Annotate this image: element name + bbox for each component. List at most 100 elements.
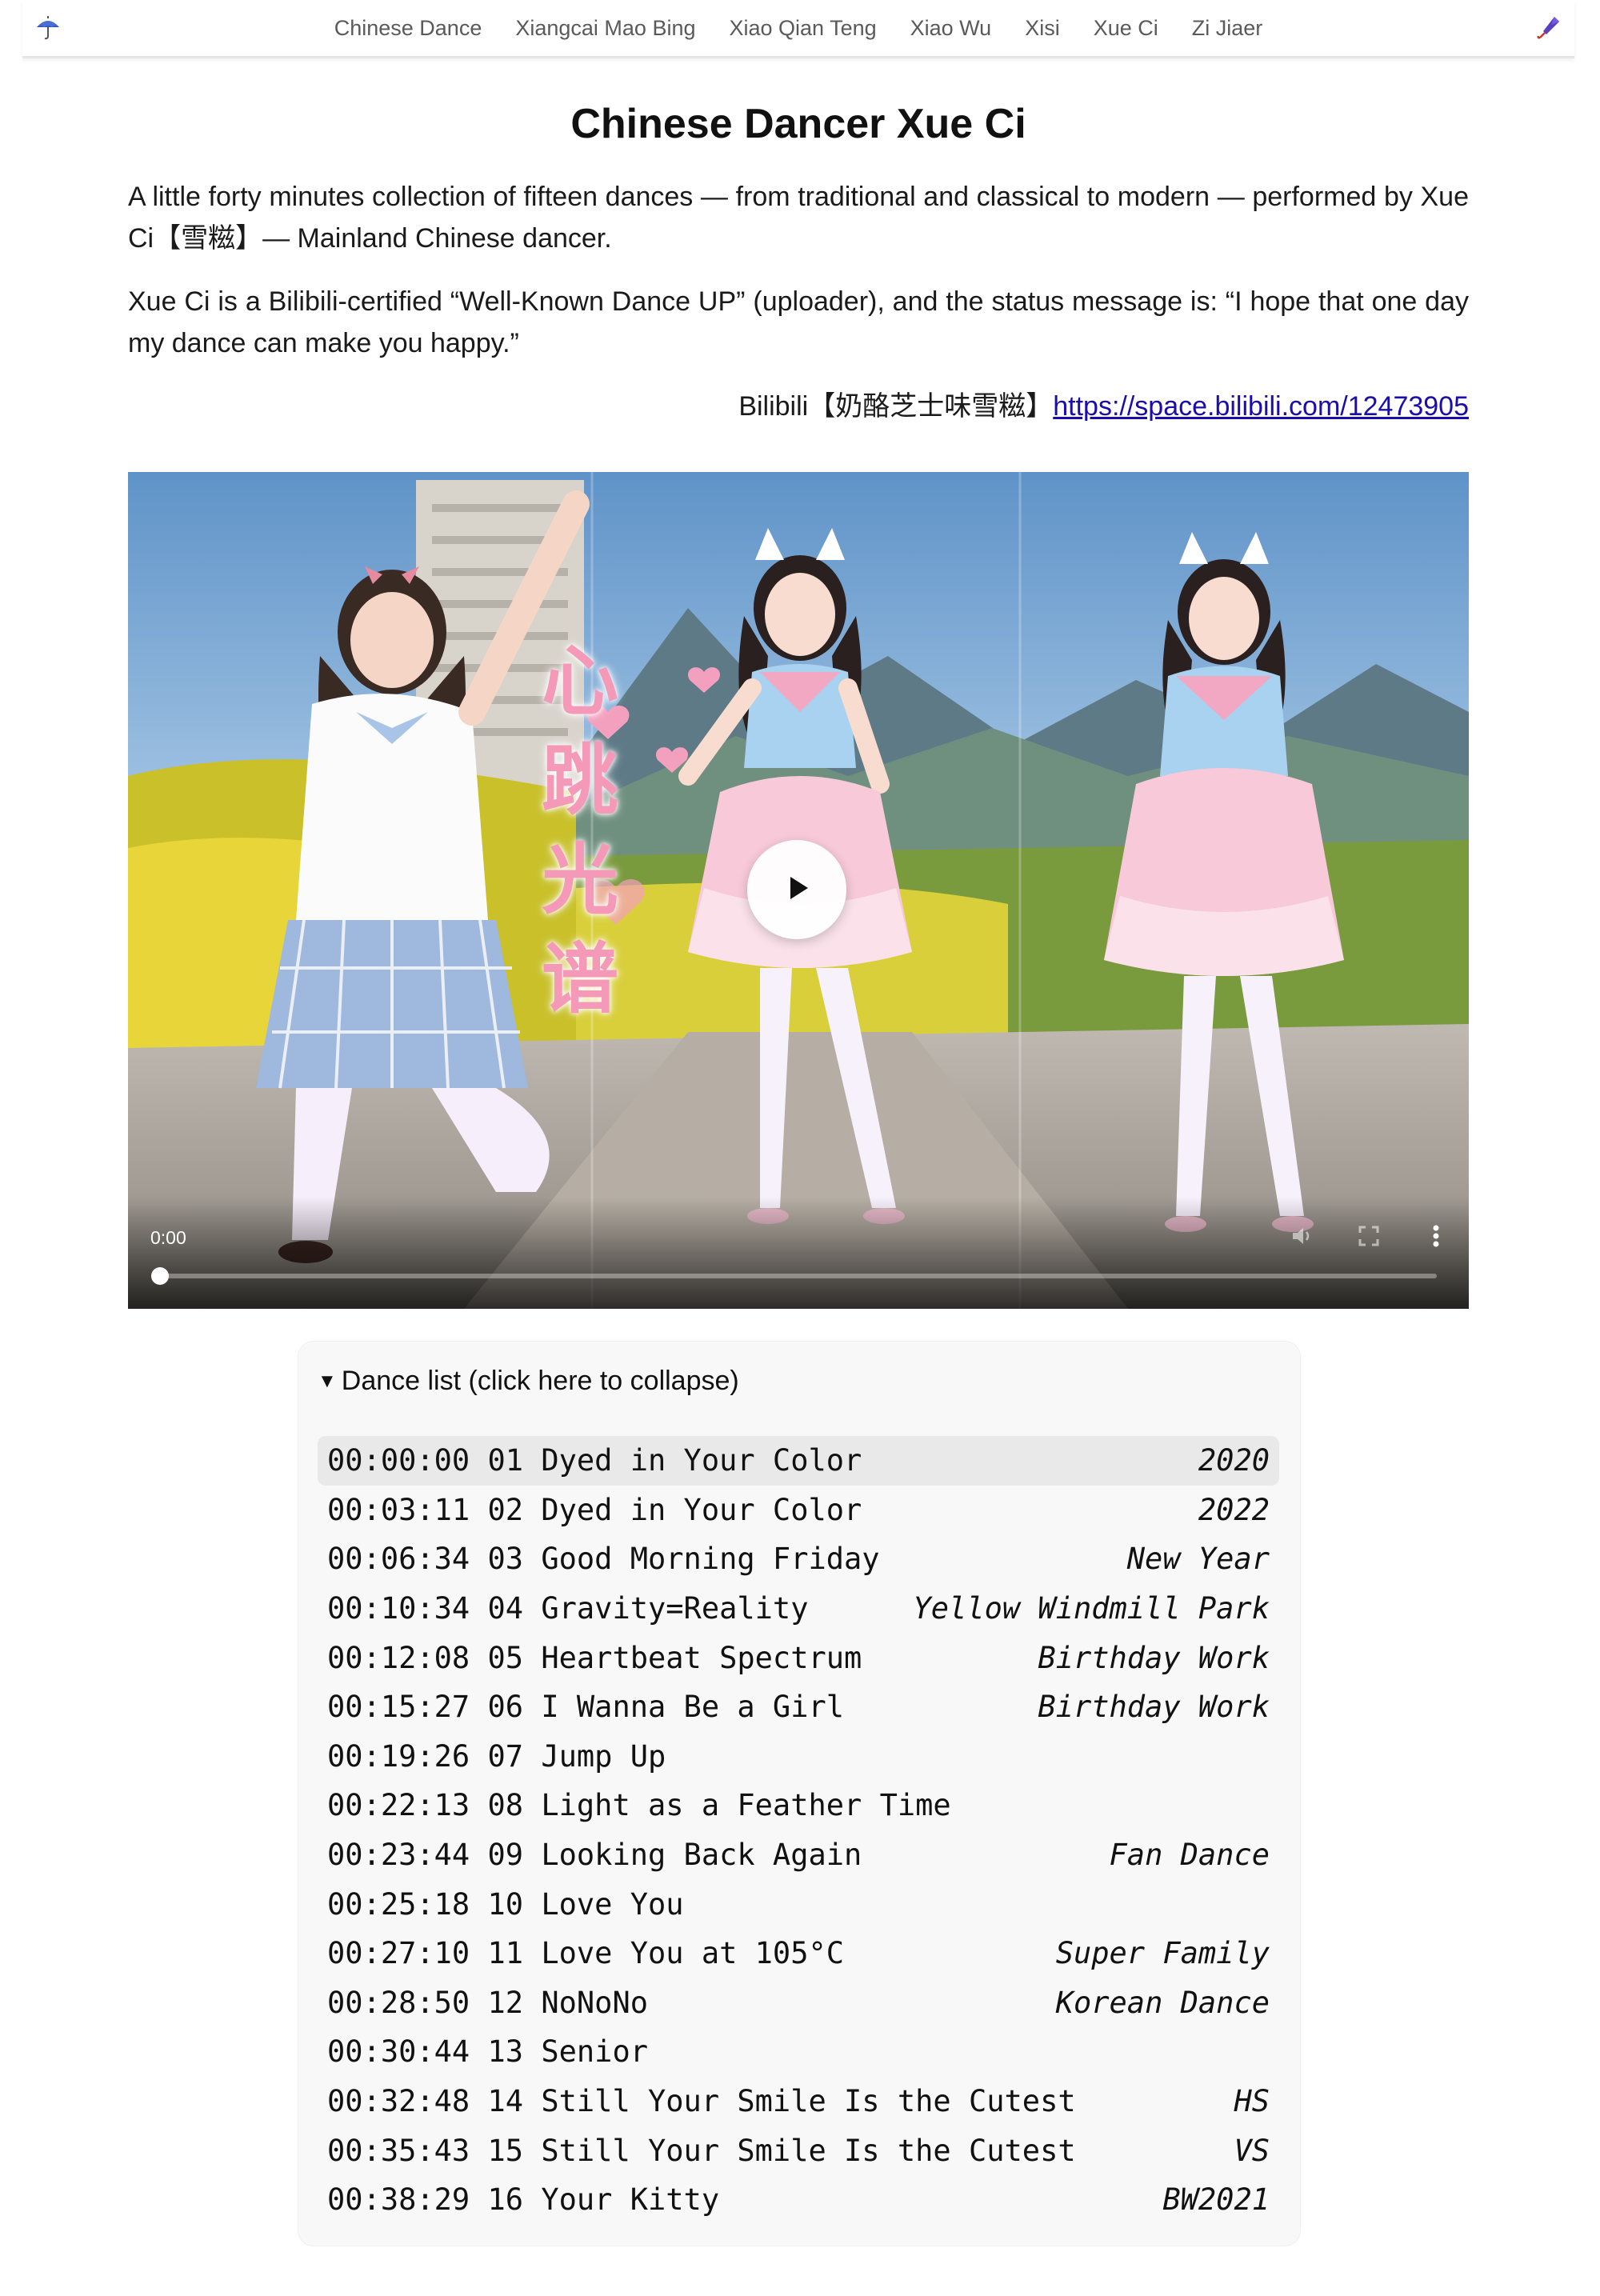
top-navigation: Chinese Dance Xiangcai Mao Bing Xiao Qia… (22, 0, 1574, 58)
dance-list-item[interactable]: 00:12:08 05 Heartbeat Spectrum Birthday W… (318, 1633, 1279, 1682)
dance-item-number: 08 (487, 1788, 524, 1823)
play-icon (781, 872, 813, 908)
dance-item-number: 11 (487, 1936, 524, 1971)
main-content: Chinese Dancer Xue Ci A little forty min… (128, 88, 1469, 427)
progress-knob[interactable] (151, 1267, 169, 1285)
dance-item-label: 00:32:48 14 Still Your Smile Is the Cute… (327, 2084, 1076, 2118)
dance-item-time: 00:22:13 (327, 1788, 470, 1823)
dance-item-time: 00:27:10 (327, 1936, 470, 1971)
dance-list-summary[interactable]: ▼ Dance list (click here to collapse) (318, 1366, 739, 1397)
play-button[interactable] (747, 840, 846, 939)
dance-item-label: 00:38:29 16 Your Kitty (327, 2182, 719, 2217)
dance-list-item[interactable]: 00:32:48 14 Still Your Smile Is the Cute… (318, 2077, 1279, 2126)
dance-item-number: 14 (487, 2084, 524, 2119)
dance-item-number: 01 (487, 1443, 524, 1478)
nav-link-xue-ci[interactable]: Xue Ci (1094, 16, 1158, 41)
dance-item-label: 00:19:26 07 Jump Up (327, 1739, 666, 1774)
dance-list-item[interactable]: 00:28:50 12 NoNoNo Korean Dance (318, 1978, 1279, 2028)
bilibili-label: Bilibili【奶酪芝士味雪糍】 (738, 391, 1054, 422)
nav-link-zi-jiaer[interactable]: Zi Jiaer (1192, 16, 1263, 41)
dance-item-title: Jump Up (541, 1738, 666, 1774)
dance-item-time: 00:38:29 (327, 2182, 470, 2218)
bilibili-line: Bilibili【奶酪芝士味雪糍】https://space.bilibili.… (128, 386, 1469, 427)
poster-title: 心跳光谱 (542, 636, 618, 1024)
dance-list-item[interactable]: 00:15:27 06 I Wanna Be a Girl Birthday Wo… (318, 1682, 1279, 1732)
nav-link-xisi[interactable]: Xisi (1025, 16, 1060, 41)
dance-item-title: Love You at 105°C (541, 1936, 845, 1971)
dance-list-item[interactable]: 00:19:26 07 Jump Up (318, 1732, 1279, 1782)
dance-item-label: 00:10:34 04 Gravity=Reality (327, 1591, 808, 1626)
nav-link-xiao-qian-teng[interactable]: Xiao Qian Teng (729, 16, 876, 41)
page-title: Chinese Dancer Xue Ci (570, 101, 1026, 147)
dance-item-title: NoNoNo (541, 1985, 648, 2020)
more-options-icon[interactable] (1424, 1224, 1448, 1248)
dance-list-item[interactable]: 00:00:00 01 Dyed in Your Color 2020 (318, 1436, 1279, 1486)
nav-links: Chinese Dance Xiangcai Mao Bing Xiao Qia… (334, 16, 1263, 41)
dance-item-label: 00:03:11 02 Dyed in Your Color (327, 1493, 862, 1527)
dance-item-label: 00:30:44 13 Senior (327, 2034, 648, 2069)
status-paragraph: Xue Ci is a Bilibili-certified “Well-Kno… (128, 286, 1469, 358)
dance-item-label: 00:28:50 12 NoNoNo (327, 1986, 648, 2020)
nav-link-xiao-wu[interactable]: Xiao Wu (910, 16, 992, 41)
dance-list-item[interactable]: 00:03:11 02 Dyed in Your Color 2022 (318, 1486, 1279, 1535)
dance-item-time: 00:06:34 (327, 1542, 470, 1577)
dance-item-time: 00:35:43 (327, 2133, 470, 2168)
dance-item-label: 00:25:18 10 Love You (327, 1887, 684, 1922)
dance-item-number: 05 (487, 1640, 524, 1675)
dance-item-number: 02 (487, 1492, 524, 1527)
umbrella-icon[interactable] (32, 11, 64, 43)
bilibili-link[interactable]: https://space.bilibili.com/12473905 (1053, 391, 1469, 422)
dance-list-item[interactable]: 00:22:13 08 Light as a Feather Time (318, 1781, 1279, 1830)
dance-item-tag: BW2021 (1162, 2182, 1270, 2218)
fullscreen-icon[interactable] (1357, 1224, 1381, 1248)
dance-item-number: 15 (487, 2133, 524, 2168)
dance-item-number: 16 (487, 2182, 524, 2218)
dance-item-time: 00:23:44 (327, 1838, 470, 1873)
dance-item-number: 09 (487, 1838, 524, 1873)
dance-list-summary-label: Dance list (click here to collapse) (341, 1366, 739, 1396)
dance-item-tag: Birthday Work (1038, 1690, 1270, 1725)
nav-link-xiangcai-mao-bing[interactable]: Xiangcai Mao Bing (515, 16, 695, 41)
closed-umbrella-icon[interactable] (1533, 11, 1565, 43)
progress-bar[interactable] (151, 1267, 1437, 1285)
dance-item-title: Dyed in Your Color (541, 1492, 862, 1527)
dance-item-title: Still Your Smile Is the Cutest (541, 2084, 1076, 2119)
dance-item-tag: HS (1234, 2084, 1270, 2119)
dance-item-title: Light as a Feather Time (541, 1788, 951, 1823)
dance-list-item[interactable]: 00:25:18 10 Love You (318, 1879, 1279, 1929)
dance-item-label: 00:27:10 11 Love You at 105°C (327, 1936, 844, 1970)
dance-list-item[interactable]: 00:38:29 16 Your Kitty BW2021 (318, 2175, 1279, 2225)
dance-list-item[interactable]: 00:06:34 03 Good Morning Friday New Year (318, 1534, 1279, 1584)
dance-item-tag: VS (1234, 2133, 1270, 2168)
dance-item-tag: 2022 (1198, 1492, 1270, 1527)
dance-item-title: Still Your Smile Is the Cutest (541, 2133, 1076, 2168)
dance-list-item[interactable]: 00:30:44 13 Senior (318, 2027, 1279, 2077)
dance-item-title: Gravity=Reality (541, 1591, 809, 1626)
dance-list: 00:00:00 01 Dyed in Your Color 2020 00:03:… (318, 1436, 1279, 2225)
dance-item-title: I Wanna Be a Girl (541, 1690, 845, 1725)
dance-item-tag: Birthday Work (1038, 1640, 1270, 1675)
dance-item-number: 07 (487, 1738, 524, 1774)
volume-icon[interactable] (1290, 1224, 1314, 1248)
dance-item-time: 00:03:11 (327, 1492, 470, 1527)
dance-item-label: 00:22:13 08 Light as a Feather Time (327, 1788, 951, 1822)
nav-link-chinese-dance[interactable]: Chinese Dance (334, 16, 482, 41)
video-player[interactable]: 心跳光谱 0:00 (128, 472, 1469, 1309)
dance-item-number: 04 (487, 1591, 524, 1626)
dance-item-time: 00:12:08 (327, 1640, 470, 1675)
dance-item-title: Your Kitty (541, 2182, 720, 2218)
dance-item-time: 00:30:44 (327, 2034, 470, 2070)
dance-item-time: 00:10:34 (327, 1591, 470, 1626)
dance-list-item[interactable]: 00:23:44 09 Looking Back Again Fan Dance (318, 1830, 1279, 1880)
dance-item-number: 06 (487, 1690, 524, 1725)
dance-item-tag: Yellow Windmill Park (913, 1591, 1270, 1626)
dance-item-label: 00:12:08 05 Heartbeat Spectrum (327, 1641, 862, 1675)
dance-list-item[interactable]: 00:10:34 04 Gravity=Reality Yellow Windmi… (318, 1584, 1279, 1634)
dance-item-tag: 2020 (1198, 1443, 1270, 1478)
intro-paragraph: A little forty minutes collection of fif… (128, 182, 1469, 254)
dance-list-item[interactable]: 00:35:43 15 Still Your Smile Is the Cute… (318, 2126, 1279, 2175)
current-time: 0:00 (150, 1227, 186, 1248)
dance-item-time: 00:25:18 (327, 1886, 470, 1922)
dance-list-item[interactable]: 00:27:10 11 Love You at 105°C Super Famil… (318, 1929, 1279, 1978)
dance-item-label: 00:06:34 03 Good Morning Friday (327, 1542, 880, 1576)
